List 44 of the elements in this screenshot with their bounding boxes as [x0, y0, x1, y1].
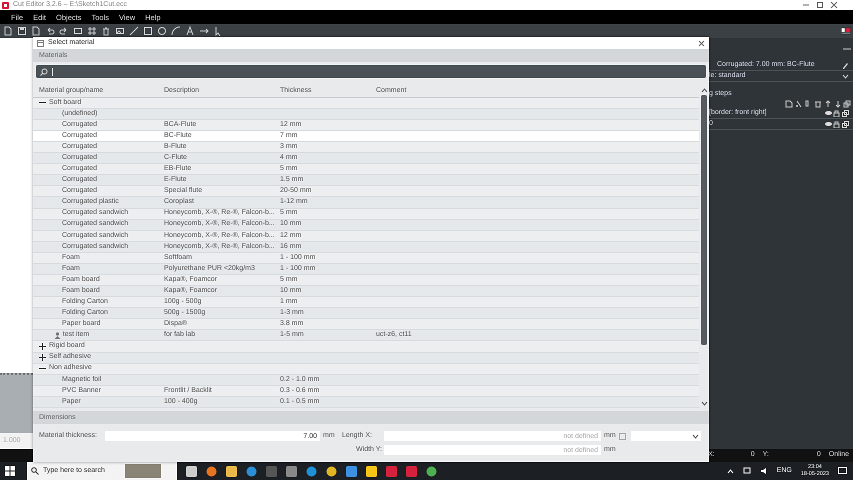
- frame-icon[interactable]: [73, 26, 83, 36]
- maximize-icon[interactable]: [815, 1, 825, 9]
- close-icon[interactable]: [829, 1, 839, 9]
- redo-icon[interactable]: [59, 26, 69, 36]
- scrollbar-thumb[interactable]: [701, 95, 707, 345]
- arc-icon[interactable]: [171, 26, 181, 36]
- notification-icon[interactable]: [838, 466, 847, 476]
- search-field[interactable]: [36, 65, 706, 78]
- copy-icon[interactable]: [843, 100, 852, 108]
- pencil-icon[interactable]: [842, 62, 849, 68]
- chevron-up-icon[interactable]: [700, 88, 708, 93]
- grid-icon[interactable]: [87, 26, 97, 36]
- arrows-icon[interactable]: [199, 26, 209, 36]
- photo-placeholder: [125, 464, 161, 478]
- line-icon[interactable]: [129, 26, 139, 36]
- file-icon[interactable]: [3, 26, 13, 36]
- down-arrow-icon[interactable]: [834, 100, 842, 108]
- lock-icon[interactable]: [833, 110, 840, 117]
- close-icon[interactable]: [698, 40, 705, 46]
- up-arrow-icon[interactable]: [824, 100, 832, 108]
- image-icon[interactable]: [115, 26, 125, 36]
- chevron-down-icon[interactable]: [700, 401, 708, 406]
- rectangle-icon[interactable]: [143, 26, 153, 36]
- lock-icon[interactable]: [833, 120, 840, 128]
- trash-icon[interactable]: [101, 26, 111, 36]
- collapse-icon[interactable]: [843, 46, 852, 52]
- person-icon: [54, 332, 61, 339]
- search-icon: [31, 467, 39, 475]
- chevron-down-icon: [692, 434, 699, 438]
- text-icon[interactable]: [185, 26, 195, 36]
- windows-logo-icon[interactable]: [5, 466, 15, 476]
- undo-icon[interactable]: [45, 26, 55, 36]
- scrollbar[interactable]: [699, 86, 709, 408]
- trash-icon[interactable]: [814, 100, 822, 108]
- expand-icon[interactable]: [39, 343, 46, 350]
- circle-icon[interactable]: [157, 26, 167, 36]
- file-icon[interactable]: [31, 26, 41, 36]
- speaker-icon[interactable]: [760, 467, 768, 475]
- save-icon[interactable]: [17, 26, 27, 36]
- window-icon: [37, 40, 44, 46]
- search-icon: [40, 68, 48, 76]
- brand-logo-icon: [841, 26, 851, 36]
- page-icon[interactable]: [784, 100, 793, 108]
- expand-icon[interactable]: [39, 354, 46, 362]
